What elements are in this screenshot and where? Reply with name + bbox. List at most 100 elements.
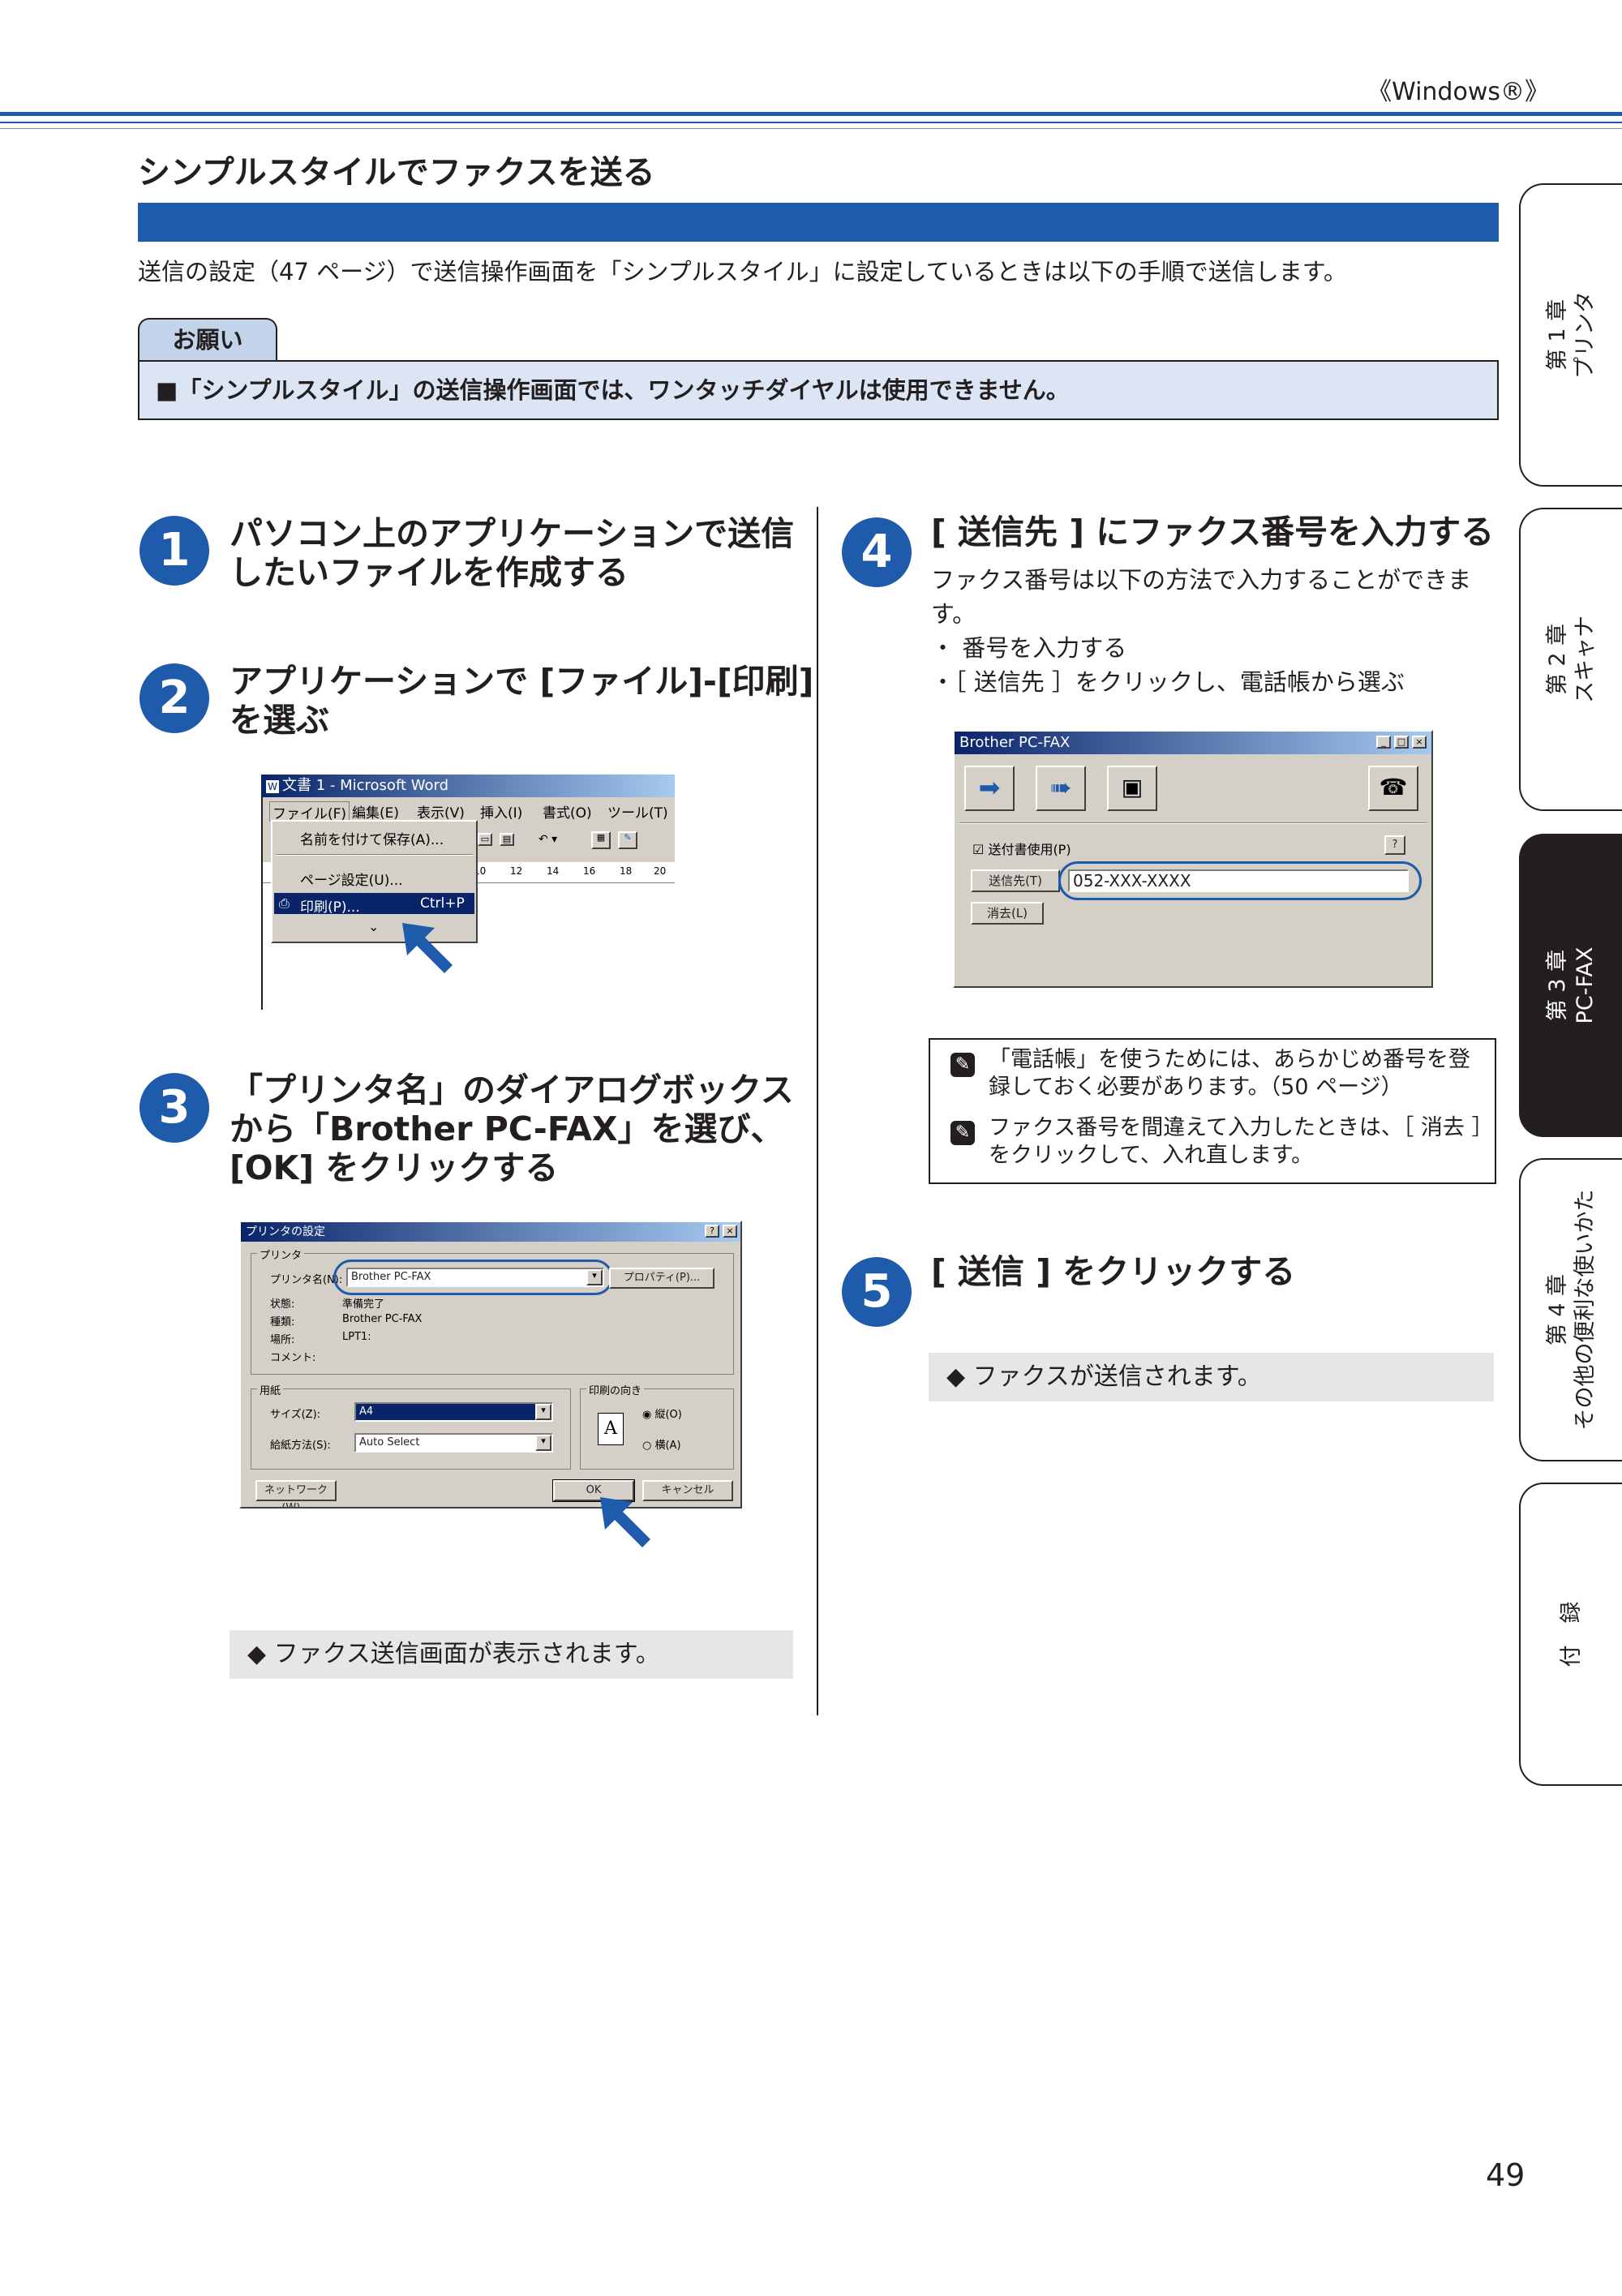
chapter-tab-appendix[interactable]: 付 録: [1519, 1483, 1622, 1786]
size-select[interactable]: A4 ▾: [354, 1402, 553, 1422]
step-3-number: 3: [139, 1073, 209, 1143]
fax-number-highlight: [1058, 861, 1422, 900]
toolbar-paste-icon[interactable]: ▤: [500, 833, 514, 846]
step-3-result: ◆ ファクス送信画面が表示されます。: [230, 1630, 793, 1679]
memo-pencil-icon-2: ✎: [950, 1121, 975, 1145]
menu-view[interactable]: 表示(V): [417, 801, 465, 822]
network-button[interactable]: ネットワーク(W)...: [255, 1480, 337, 1507]
to-button[interactable]: 送信先(T): [971, 869, 1060, 892]
menu-item-save-as[interactable]: 名前を付けて保存(A)...: [300, 828, 444, 848]
portrait-preview-icon: A: [598, 1413, 624, 1445]
print-icon: ⎙: [279, 895, 290, 911]
page-number: 49: [1486, 2157, 1525, 2193]
chapter-tab-pcfax[interactable]: 第 3 章 PC-FAX: [1519, 834, 1622, 1137]
clear-button[interactable]: 消去(L): [971, 902, 1044, 925]
pcfax-separator: [959, 822, 1427, 824]
printer-name-highlight: [333, 1260, 613, 1295]
cover-page-icon[interactable]: ▣: [1107, 766, 1157, 811]
step-1-title-line2: したいファイルを作成する: [230, 553, 629, 592]
step-1-title: パソコン上のアプリケーションで送信 したいファイルを作成する: [230, 514, 794, 592]
send-fax-alt-icon[interactable]: ➠: [1036, 766, 1086, 811]
column-divider: [817, 507, 818, 1715]
step-4-title: [ 送信先 ] にファクス番号を入力する: [931, 513, 1495, 551]
minimize-icon[interactable]: _: [1376, 736, 1391, 749]
menu-insert[interactable]: 挿入(I): [480, 801, 522, 822]
ruler-16: 16: [583, 865, 596, 877]
word-app-icon: W: [266, 780, 279, 793]
menu-format[interactable]: 書式(O): [543, 801, 592, 822]
chapter-tab-appendix-label: 付 録: [1558, 1602, 1586, 1667]
ruler-20: 20: [654, 865, 667, 877]
location-label: 場所:: [270, 1334, 295, 1346]
printer-name-label: プリンタ名(N):: [270, 1274, 343, 1286]
phonebook-icon[interactable]: ☎: [1368, 766, 1418, 811]
ruler-14: 14: [547, 865, 560, 877]
printer-dialog: プリンタの設定 ? × プリンタ プリンタ名(N): Brother PC-FA…: [239, 1221, 742, 1508]
header-rule: [0, 112, 1622, 116]
print-shortcut: Ctrl+P: [420, 895, 465, 912]
menu-item-page-setup[interactable]: ページ設定(U)...: [300, 869, 403, 889]
memo-item-2: ファクス番号を間違えて入力したときは、［ 消去 ］ をクリックして、入れ直します…: [989, 1114, 1494, 1169]
printer-dialog-title: プリンタの設定: [246, 1225, 325, 1238]
chapter-tab-printer-label: 第 1 章 プリンタ: [1544, 291, 1599, 379]
pointer-arrow-step3: [600, 1497, 650, 1547]
step-2-title-line1: アプリケーションで [ファイル]-[印刷]: [230, 662, 814, 701]
chapter-tab-pcfax-number: 第 3 章: [1544, 949, 1570, 1022]
source-label: 給紙方法(S):: [270, 1440, 331, 1452]
portrait-label: 縦(O): [654, 1409, 682, 1421]
step-4-body: ファクス番号は以下の方法で入力することができま す。 ・ 番号を入力する ・［ …: [931, 563, 1471, 699]
source-select[interactable]: Auto Select ▾: [354, 1433, 553, 1453]
memo-pencil-icon: ✎: [950, 1053, 975, 1077]
header-os-label: 《Windows®》: [1367, 78, 1549, 106]
toolbar-drawing-icon[interactable]: ✎: [618, 831, 637, 849]
size-value: A4: [359, 1405, 374, 1418]
landscape-label: 横(A): [654, 1440, 681, 1452]
menu-expand-icon[interactable]: ⌄: [368, 919, 379, 934]
menu-item-print[interactable]: ⎙ 印刷(P)... Ctrl+P: [274, 893, 474, 916]
header-rule-hairline: [0, 128, 1622, 129]
paper-group-label: 用紙: [257, 1382, 284, 1397]
size-label: サイズ(Z):: [270, 1409, 321, 1421]
close-icon[interactable]: ×: [1412, 736, 1427, 749]
chapter-tab-other[interactable]: 第 4 章 その他の便利な使いかた: [1519, 1158, 1622, 1461]
chapter-tab-scanner[interactable]: 第 2 章 スキャナ: [1519, 508, 1622, 811]
source-value: Auto Select: [359, 1436, 420, 1448]
chapter-tab-printer-name: プリンタ: [1572, 291, 1598, 379]
menu-tools[interactable]: ツール(T): [607, 801, 668, 822]
type-value: Brother PC-FAX: [342, 1313, 423, 1325]
dialog-help-icon[interactable]: ?: [705, 1225, 719, 1238]
send-fax-icon[interactable]: ➡: [964, 766, 1015, 811]
ruler-18: 18: [620, 865, 633, 877]
word-title-bar: W 文書 1 - Microsoft Word: [261, 775, 675, 797]
step-4-bullet-2: ・［ 送信先 ］をクリックし、電話帳から選ぶ: [931, 668, 1405, 696]
chapter-tab-other-number: 第 4 章: [1544, 1273, 1570, 1346]
chapter-tab-scanner-label: 第 2 章 スキャナ: [1544, 616, 1599, 703]
section-intro: 送信の設定（47 ページ）で送信操作画面を「シンプルスタイル」に設定しているとき…: [138, 258, 1347, 285]
portrait-radio[interactable]: ◉ 縦(O): [642, 1405, 682, 1421]
cover-page-checkbox[interactable]: ☑ 送付書使用(P): [972, 839, 1071, 858]
type-label: 種類:: [270, 1316, 295, 1328]
status-value: 準備完了: [342, 1298, 385, 1311]
memo-item-1-line1: 「電話帳」を使うためには、あらかじめ番号を登: [989, 1047, 1470, 1072]
help-button[interactable]: ?: [1384, 835, 1405, 855]
header-rule-thin: [0, 122, 1622, 123]
menu-edit[interactable]: 編集(E): [352, 801, 399, 822]
landscape-radio[interactable]: ○ 横(A): [642, 1436, 681, 1452]
chapter-tab-printer[interactable]: 第 1 章 プリンタ: [1519, 183, 1622, 487]
step-3-title: 「プリンタ名」のダイアログボックス から「Brother PC-FAX」を選び、…: [230, 1071, 794, 1187]
chapter-tab-pcfax-label: 第 3 章 PC-FAX: [1544, 947, 1599, 1024]
step-1-title-line1: パソコン上のアプリケーションで送信: [230, 514, 795, 553]
step-5-title: [ 送信 ] をクリックする: [931, 1252, 1296, 1291]
section-band: [138, 203, 1499, 242]
dialog-close-icon[interactable]: ×: [723, 1225, 737, 1238]
toolbar-undo-icon[interactable]: ↶ ▾: [539, 833, 557, 846]
maximize-icon[interactable]: □: [1394, 736, 1409, 749]
comment-label: コメント:: [270, 1352, 316, 1364]
toolbar-table-icon[interactable]: ▦: [591, 831, 611, 849]
size-dropdown-icon[interactable]: ▾: [535, 1404, 551, 1420]
chapter-tab-other-label: 第 4 章 その他の便利な使いかた: [1544, 1190, 1599, 1431]
toolbar-preview-icon[interactable]: ▭: [478, 833, 492, 846]
properties-button[interactable]: プロパティ(P)...: [609, 1268, 714, 1289]
source-dropdown-icon[interactable]: ▾: [535, 1435, 551, 1451]
memo-item-2-line2: をクリックして、入れ直します。: [989, 1143, 1314, 1168]
